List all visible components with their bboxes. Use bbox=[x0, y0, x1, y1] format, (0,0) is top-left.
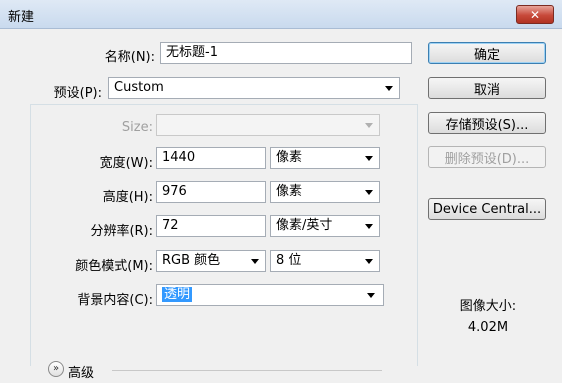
name-input-value: 无标题-1 bbox=[166, 45, 218, 60]
close-button[interactable]: ✕ bbox=[516, 5, 554, 24]
device-central-button[interactable]: Device Central... bbox=[428, 198, 546, 220]
width-unit-select[interactable]: 像素 bbox=[270, 147, 380, 169]
height-unit-select[interactable]: 像素 bbox=[270, 181, 380, 203]
image-size-value: 4.02M bbox=[467, 320, 509, 335]
close-icon: ✕ bbox=[529, 7, 541, 22]
double-chevron-down-icon: » bbox=[52, 363, 60, 374]
window-title: 新建 bbox=[8, 10, 35, 25]
ok-button[interactable]: 确定 bbox=[428, 42, 546, 64]
height-input[interactable]: 976 bbox=[156, 181, 266, 203]
image-size-label: 图像大小: bbox=[459, 299, 517, 314]
dropdown-arrow-icon bbox=[365, 190, 373, 195]
delete-preset-button[interactable]: 删除预设(D)... bbox=[428, 146, 546, 168]
background-select-value: 透明 bbox=[162, 287, 193, 302]
dropdown-arrow-icon bbox=[365, 156, 373, 161]
resolution-label: 分辨率(R): bbox=[90, 224, 153, 239]
dropdown-arrow-icon bbox=[365, 123, 373, 128]
height-unit-value: 像素 bbox=[276, 184, 303, 199]
colormode-label: 颜色模式(M): bbox=[75, 259, 153, 274]
background-select[interactable]: 透明 bbox=[156, 284, 384, 306]
resolution-unit-select[interactable]: 像素/英寸 bbox=[270, 215, 380, 237]
name-label: 名称(N): bbox=[104, 50, 155, 65]
resolution-unit-value: 像素/英寸 bbox=[276, 218, 333, 233]
bitdepth-select-value: 8 位 bbox=[276, 253, 302, 268]
size-label: Size: bbox=[121, 120, 153, 135]
save-preset-button[interactable]: 存储预设(S)... bbox=[428, 112, 546, 134]
colormode-select[interactable]: RGB 颜色 bbox=[156, 250, 266, 272]
cancel-button[interactable]: 取消 bbox=[428, 77, 546, 99]
preset-label: 预设(P): bbox=[42, 82, 105, 101]
dropdown-arrow-icon bbox=[365, 259, 373, 264]
width-input[interactable]: 1440 bbox=[156, 147, 266, 169]
width-input-value: 1440 bbox=[162, 150, 196, 165]
dropdown-arrow-icon bbox=[367, 293, 375, 298]
resolution-input[interactable]: 72 bbox=[156, 215, 266, 237]
dropdown-arrow-icon bbox=[385, 86, 393, 91]
advanced-toggle-button[interactable]: » bbox=[48, 361, 64, 377]
size-select[interactable] bbox=[156, 114, 380, 136]
resolution-input-value: 72 bbox=[162, 218, 179, 233]
preset-select[interactable]: Custom bbox=[108, 77, 400, 99]
width-unit-value: 像素 bbox=[276, 150, 303, 165]
title-bar: 新建 ✕ bbox=[0, 0, 562, 29]
background-label: 背景内容(C): bbox=[77, 293, 153, 308]
dropdown-arrow-icon bbox=[251, 259, 259, 264]
width-label: 宽度(W): bbox=[99, 156, 153, 171]
dropdown-arrow-icon bbox=[365, 224, 373, 229]
preset-select-value: Custom bbox=[114, 80, 164, 95]
advanced-divider bbox=[112, 370, 382, 371]
height-input-value: 976 bbox=[162, 184, 187, 199]
height-label: 高度(H): bbox=[102, 190, 153, 205]
bitdepth-select[interactable]: 8 位 bbox=[270, 250, 380, 272]
colormode-select-value: RGB 颜色 bbox=[162, 253, 221, 268]
advanced-label: 高级 bbox=[68, 366, 95, 381]
dialog-body: 名称(N): 无标题-1 预设(P): Custom Size: 宽度(W): … bbox=[8, 30, 554, 381]
name-input[interactable]: 无标题-1 bbox=[160, 42, 412, 64]
